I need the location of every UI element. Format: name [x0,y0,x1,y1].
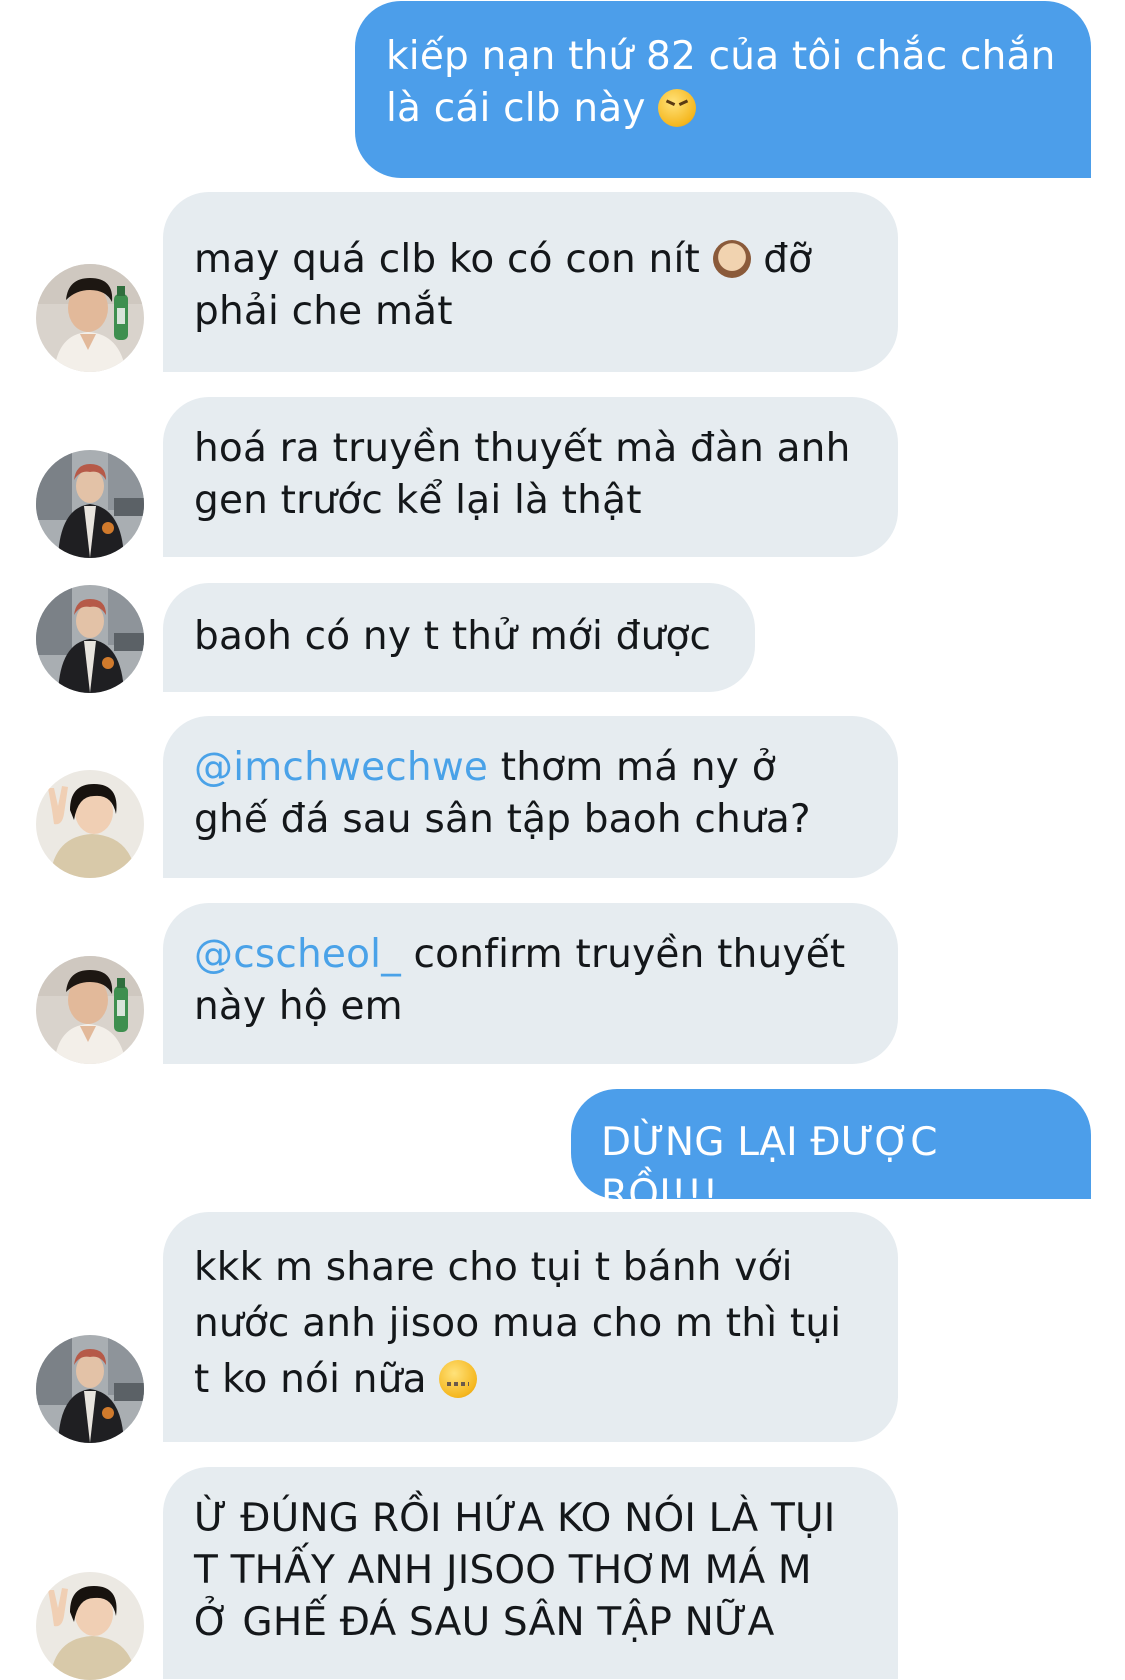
avatar[interactable] [36,770,144,878]
received-message-bubble[interactable]: Ừ ĐÚNG RỒI HỨA KO NÓI LÀ TỤI T THẤY ANH … [163,1467,898,1679]
received-message-bubble[interactable]: @cscheol_ confirm truyền thuyết này hộ e… [163,903,898,1064]
avatar-image [36,770,144,878]
received-message-bubble[interactable]: hoá ra truyền thuyết mà đàn anh gen trướ… [163,397,898,557]
received-message-bubble[interactable]: may quá clb ko có con nít đỡ phải che mắ… [163,192,898,372]
message-text: may quá clb ko có con nít [194,237,700,282]
message-text: Ừ ĐÚNG RỒI HỨA KO NÓI LÀ TỤI T THẤY ANH … [194,1496,836,1645]
tired-face-emoji [658,89,697,127]
message-text: kiếp nạn thứ 82 của tôi chắc chắn là cái… [386,34,1056,131]
message-text: DỪNG LẠI ĐƯỢC RỒI!!! [601,1120,938,1217]
zipper-mouth-face-emoji [439,1360,478,1398]
message-text: hoá ra truyền thuyết mà đàn anh gen trướ… [194,426,851,523]
avatar[interactable] [36,1335,144,1443]
avatar-image [36,1335,144,1443]
avatar-image [36,1572,144,1680]
message-text: kkk m share cho tụi t bánh với nước anh … [194,1245,842,1402]
avatar[interactable] [36,450,144,558]
avatar[interactable] [36,956,144,1064]
received-message-bubble[interactable]: @imchwechwe thơm má ny ở ghế đá sau sân … [163,716,898,878]
avatar-image [36,450,144,558]
avatar-image [36,956,144,1064]
avatar-image [36,264,144,372]
received-message-bubble[interactable]: kkk m share cho tụi t bánh với nước anh … [163,1212,898,1442]
avatar-image [36,585,144,693]
avatar[interactable] [36,264,144,372]
received-message-bubble[interactable]: baoh có ny t thử mới được [163,583,755,692]
sent-message-bubble[interactable]: DỪNG LẠI ĐƯỢC RỒI!!! [571,1089,1091,1217]
user-mention-link[interactable]: @imchwechwe [194,745,488,790]
see-no-evil-monkey-emoji [712,240,751,278]
avatar[interactable] [36,585,144,693]
message-text: baoh có ny t thử mới được [194,614,712,659]
sent-message-bubble[interactable]: kiếp nạn thứ 82 của tôi chắc chắn là cái… [355,1,1091,178]
avatar[interactable] [36,1572,144,1680]
user-mention-link[interactable]: @cscheol_ [194,932,401,977]
